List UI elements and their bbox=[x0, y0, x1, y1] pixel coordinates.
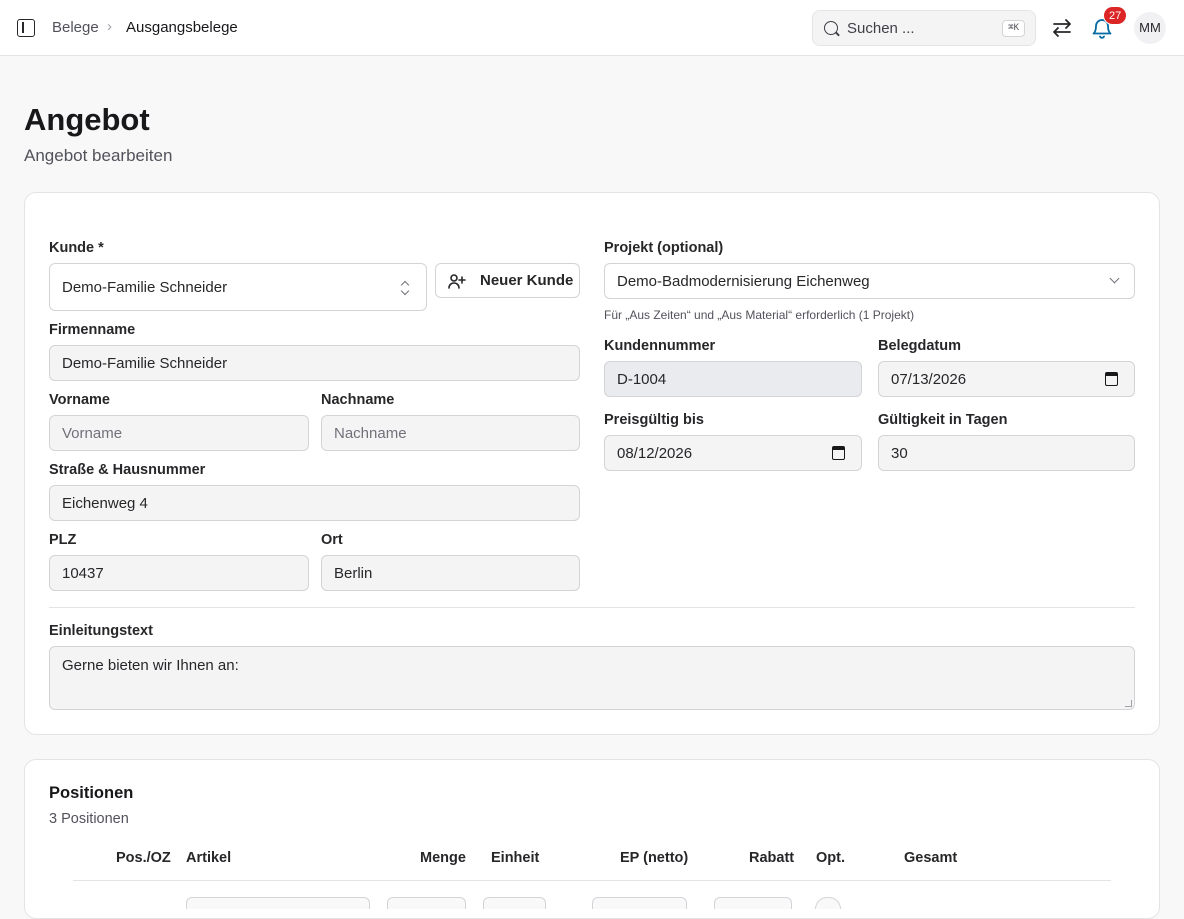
ort-field[interactable]: Berlin bbox=[321, 555, 580, 591]
einleitung-value: Gerne bieten wir Ihnen an: bbox=[62, 657, 239, 674]
kunde-label: Kunde * bbox=[49, 240, 104, 256]
belegdatum-label: Belegdatum bbox=[878, 338, 961, 354]
vorname-field[interactable]: Vorname bbox=[49, 415, 309, 451]
preisgueltig-label: Preisgültig bis bbox=[604, 412, 704, 428]
resize-grip-icon[interactable] bbox=[1125, 700, 1132, 707]
col-pos: Pos./OZ bbox=[116, 850, 171, 866]
positions-card: Positionen 3 Positionen Pos./OZ Artikel … bbox=[24, 759, 1160, 919]
document-form-card: Kunde * Demo-Familie Schneider Neuer Kun… bbox=[24, 192, 1160, 735]
strasse-label: Straße & Hausnummer bbox=[49, 462, 206, 478]
calendar-icon[interactable] bbox=[832, 446, 845, 460]
einleitung-textarea[interactable]: Gerne bieten wir Ihnen an: bbox=[49, 646, 1135, 710]
kunde-select[interactable]: Demo-Familie Schneider bbox=[49, 263, 427, 311]
neuer-kunde-button[interactable]: Neuer Kunde bbox=[435, 263, 580, 298]
projekt-label: Projekt (optional) bbox=[604, 240, 724, 256]
search-shortcut: ⌘K bbox=[1002, 20, 1025, 37]
einleitung-label: Einleitungstext bbox=[49, 623, 153, 639]
sidebar-toggle-icon[interactable] bbox=[17, 19, 35, 37]
col-rabatt: Rabatt bbox=[749, 850, 795, 866]
top-bar: Belege › Ausgangsbelege Suchen ... ⌘K 27… bbox=[0, 0, 1184, 56]
gueltigkeit-field[interactable]: 30 bbox=[878, 435, 1135, 471]
gueltigkeit-label: Gültigkeit in Tagen bbox=[878, 412, 1008, 428]
notification-badge: 27 bbox=[1103, 6, 1128, 25]
projekt-select[interactable]: Demo-Badmodernisierung Eichenweg bbox=[604, 263, 1135, 299]
menge-input[interactable] bbox=[387, 897, 466, 909]
nachname-label: Nachname bbox=[321, 392, 395, 408]
ep-input[interactable] bbox=[592, 897, 687, 909]
vorname-label: Vorname bbox=[49, 392, 110, 408]
table-header-divider bbox=[73, 880, 1111, 881]
col-menge: Menge bbox=[420, 850, 466, 866]
swap-icon[interactable] bbox=[1051, 18, 1073, 38]
chevron-updown-icon bbox=[400, 280, 410, 296]
belegdatum-field[interactable]: 07/13/2026 bbox=[878, 361, 1135, 397]
strasse-field[interactable]: Eichenweg 4 bbox=[49, 485, 580, 521]
firmenname-field[interactable]: Demo-Familie Schneider bbox=[49, 345, 580, 381]
avatar[interactable]: MM bbox=[1134, 12, 1166, 44]
breadcrumb-belege[interactable]: Belege bbox=[52, 19, 99, 36]
breadcrumb-ausgangsbelege: Ausgangsbelege bbox=[126, 19, 238, 36]
preisgueltig-value: 08/12/2026 bbox=[617, 444, 693, 462]
col-ep: EP (netto) bbox=[620, 850, 689, 866]
search-icon bbox=[824, 21, 838, 35]
col-einheit: Einheit bbox=[491, 850, 540, 866]
nachname-field[interactable]: Nachname bbox=[321, 415, 580, 451]
artikel-input[interactable] bbox=[186, 897, 370, 909]
plz-field[interactable]: 10437 bbox=[49, 555, 309, 591]
form-divider bbox=[49, 607, 1135, 608]
ort-label: Ort bbox=[321, 532, 343, 548]
positions-count: 3 Positionen bbox=[49, 811, 129, 827]
optional-toggle[interactable] bbox=[815, 897, 841, 909]
projekt-hint: Für „Aus Zeiten“ und „Aus Material“ erfo… bbox=[604, 308, 915, 322]
page-title: Angebot bbox=[24, 102, 150, 137]
preisgueltig-field[interactable]: 08/12/2026 bbox=[604, 435, 862, 471]
positions-title: Positionen bbox=[49, 784, 134, 802]
kunde-value: Demo-Familie Schneider bbox=[62, 278, 228, 296]
page-subtitle: Angebot bearbeiten bbox=[24, 146, 173, 165]
breadcrumb-separator: › bbox=[107, 18, 112, 35]
col-gesamt: Gesamt bbox=[904, 850, 958, 866]
chevron-down-icon bbox=[1109, 273, 1120, 284]
rabatt-input[interactable] bbox=[714, 897, 792, 909]
search-input[interactable]: Suchen ... ⌘K bbox=[812, 10, 1036, 46]
kundennummer-field: D-1004 bbox=[604, 361, 862, 397]
neuer-kunde-label: Neuer Kunde bbox=[480, 272, 574, 289]
user-plus-icon bbox=[448, 274, 466, 289]
projekt-value: Demo-Badmodernisierung Eichenweg bbox=[617, 272, 870, 290]
col-artikel: Artikel bbox=[186, 850, 232, 866]
search-placeholder: Suchen ... bbox=[847, 20, 915, 37]
col-opt: Opt. bbox=[816, 850, 845, 866]
kundennummer-label: Kundennummer bbox=[604, 338, 716, 354]
firmenname-label: Firmenname bbox=[49, 322, 136, 338]
plz-label: PLZ bbox=[49, 532, 77, 548]
belegdatum-value: 07/13/2026 bbox=[891, 370, 967, 388]
einheit-input[interactable] bbox=[483, 897, 546, 909]
calendar-icon[interactable] bbox=[1105, 372, 1118, 386]
